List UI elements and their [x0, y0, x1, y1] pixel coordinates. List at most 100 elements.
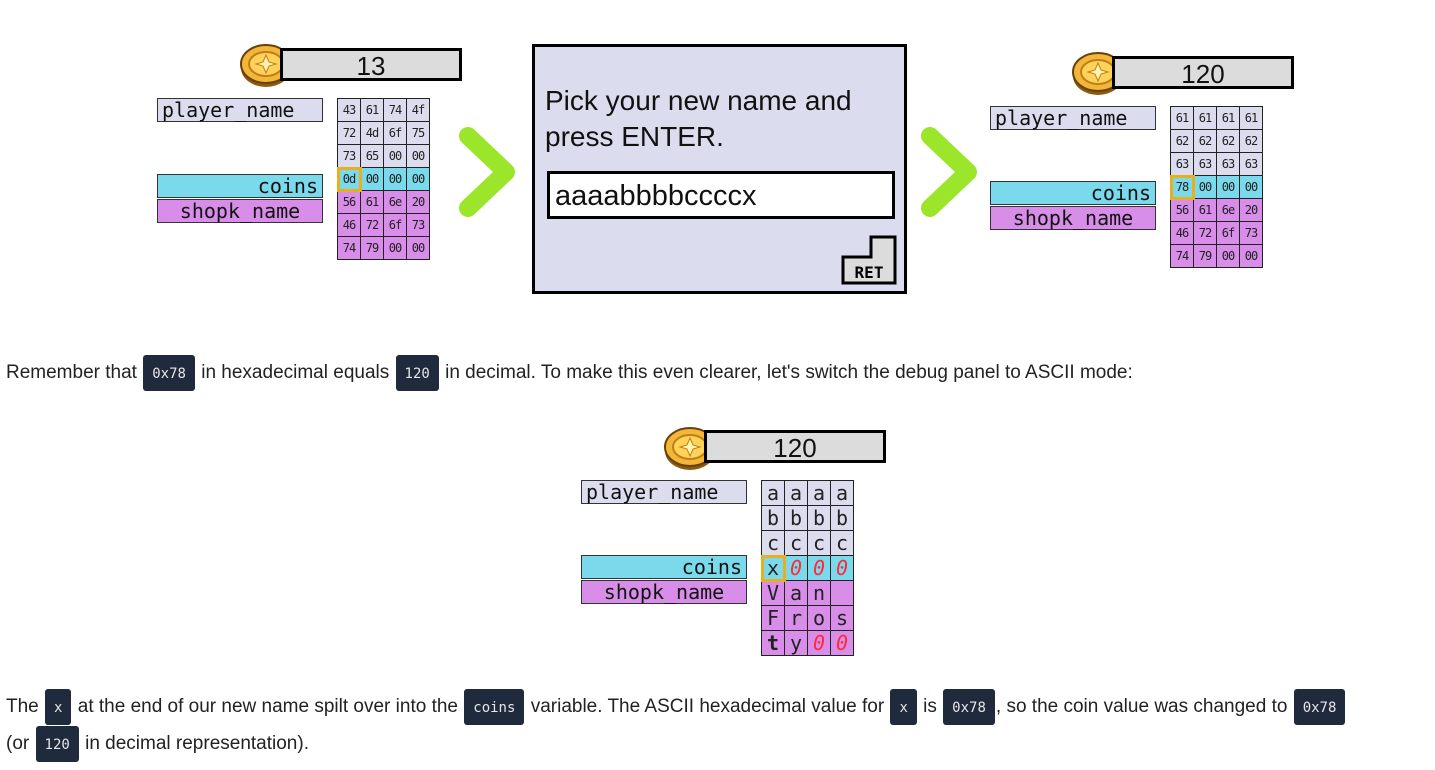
memory-cell: c [807, 530, 831, 556]
memory-cell: 6f [383, 121, 407, 145]
memory-cell [830, 580, 854, 606]
memory-cell: V [761, 580, 785, 606]
memory-cell: 74 [383, 98, 407, 122]
memory-row-player: bbbb [761, 505, 854, 531]
memory-cell: 00 [360, 167, 384, 191]
memory-cell: 65 [360, 144, 384, 168]
player-name-label: player_name [157, 98, 323, 122]
player-name-label: player_name [990, 106, 1156, 130]
memory-cell: b [761, 505, 785, 531]
memory-row-player: 62 62 62 62 [1170, 129, 1263, 153]
coin-count: 13 [280, 48, 462, 81]
memory-row-shopk: Van [761, 580, 854, 606]
coins-label: coins [990, 181, 1156, 205]
memory-row-coins: x000 [760, 554, 854, 582]
paragraph-explanation-line2: (or 120 in decimal representation). [6, 726, 309, 762]
memory-cell: 00 [406, 236, 430, 260]
memory-cell: 6f [383, 213, 407, 237]
memory-cell: 20 [1239, 198, 1263, 222]
memory-cell: 00 [383, 144, 407, 168]
memory-row-shopk: Fros [761, 605, 854, 631]
text: in hexadecimal equals [201, 362, 390, 384]
memory-row-shopk: 56 61 6e 20 [337, 190, 430, 214]
memory-row-shopk: 74 79 00 00 [1170, 244, 1263, 268]
memory-cell: 63 [1216, 152, 1240, 176]
shopk-name-label: shopk_name [157, 199, 323, 223]
inline-code: x [45, 689, 72, 725]
rename-dialog: Pick your new name and press ENTER. aaaa… [532, 44, 907, 294]
memory-row-player: aaaa [761, 480, 854, 506]
memory-row-player: 61 61 61 61 [1170, 106, 1263, 130]
memory-row-player: 63 63 63 63 [1170, 152, 1263, 176]
memory-cell: 46 [337, 213, 361, 237]
memory-cell: 0 [830, 555, 854, 581]
text: The [6, 696, 39, 718]
name-input[interactable]: aaaabbbbccccx [547, 171, 895, 219]
memory-cell: 61 [360, 98, 384, 122]
memory-cell: 6f [1216, 221, 1240, 245]
memory-cell: 61 [1239, 106, 1263, 130]
memory-cell: a [830, 480, 854, 506]
memory-cell: F [761, 605, 785, 631]
memory-cell: 72 [360, 213, 384, 237]
memory-cell: 61 [1193, 198, 1217, 222]
memory-cell: 74 [337, 236, 361, 260]
memory-cell: 4f [406, 98, 430, 122]
memory-cell: 00 [1239, 244, 1263, 268]
paragraph-intro: Remember that 0x78 in hexadecimal equals… [6, 355, 1133, 391]
memory-cell: r [784, 605, 808, 631]
memory-cell: 73 [1239, 221, 1263, 245]
memory-cell: c [761, 530, 785, 556]
paragraph-explanation: The x at the end of our new name spilt o… [6, 689, 1346, 725]
shopk-name-label: shopk_name [990, 206, 1156, 230]
memory-cell: 62 [1170, 129, 1194, 153]
memory-cell: 43 [337, 98, 361, 122]
memory-cell: 61 [1170, 106, 1194, 130]
memory-row-coins: 78 00 00 00 [1169, 174, 1263, 200]
memory-row-shopk: ty00 [761, 630, 854, 656]
memory-cell: 63 [1239, 152, 1263, 176]
return-key-icon[interactable]: RET [841, 235, 897, 285]
memory-cell: 00 [1216, 175, 1240, 199]
memory-cell: 0 [784, 555, 808, 581]
player-name-label: player_name [581, 480, 747, 504]
memory-row-player: cccc [761, 530, 854, 556]
memory-cell: 00 [406, 144, 430, 168]
inline-code: 120 [395, 355, 439, 391]
arrow-right-icon [459, 127, 515, 217]
memory-row-shopk: 46 72 6f 73 [1170, 221, 1263, 245]
memory-cell: 74 [1170, 244, 1194, 268]
memory-cell: x [760, 554, 786, 582]
memory-cell: n [807, 580, 831, 606]
memory-cell: 0 [807, 555, 831, 581]
memory-row-player: 73 65 00 00 [337, 144, 430, 168]
memory-cell: 56 [337, 190, 361, 214]
inline-code: 120 [35, 726, 79, 762]
memory-cell: 78 [1169, 174, 1195, 200]
coin-count: 120 [704, 430, 886, 463]
memory-cell: t [761, 630, 785, 656]
memory-cell: 73 [337, 144, 361, 168]
memory-row-shopk: 56 61 6e 20 [1170, 198, 1263, 222]
inline-code: 0x78 [943, 689, 995, 725]
arrow-right-icon [921, 127, 977, 217]
memory-cell: b [830, 505, 854, 531]
coin-count: 120 [1112, 56, 1294, 89]
memory-cell: 00 [1216, 244, 1240, 268]
inline-code: 0x78 [1293, 689, 1346, 725]
memory-cell: 62 [1193, 129, 1217, 153]
memory-cell: 20 [406, 190, 430, 214]
memory-cell: 6e [383, 190, 407, 214]
text: is [923, 696, 937, 718]
memory-cell: 73 [406, 213, 430, 237]
memory-grid-ascii: aaaabbbbccccx000VanFrosty00 [760, 480, 854, 656]
text: Remember that [6, 362, 137, 384]
memory-cell: c [784, 530, 808, 556]
memory-row-shopk: 74 79 00 00 [337, 236, 430, 260]
memory-row-player: 72 4d 6f 75 [337, 121, 430, 145]
dialog-prompt-line1: Pick your new name and [545, 85, 852, 116]
text: variable. The ASCII hexadecimal value fo… [530, 696, 885, 718]
memory-cell: c [830, 530, 854, 556]
memory-cell: y [784, 630, 808, 656]
memory-grid-after: 61 61 61 61 62 62 62 62 63 63 63 63 78 00 00 00 56 61 6e 20… [1169, 106, 1263, 268]
